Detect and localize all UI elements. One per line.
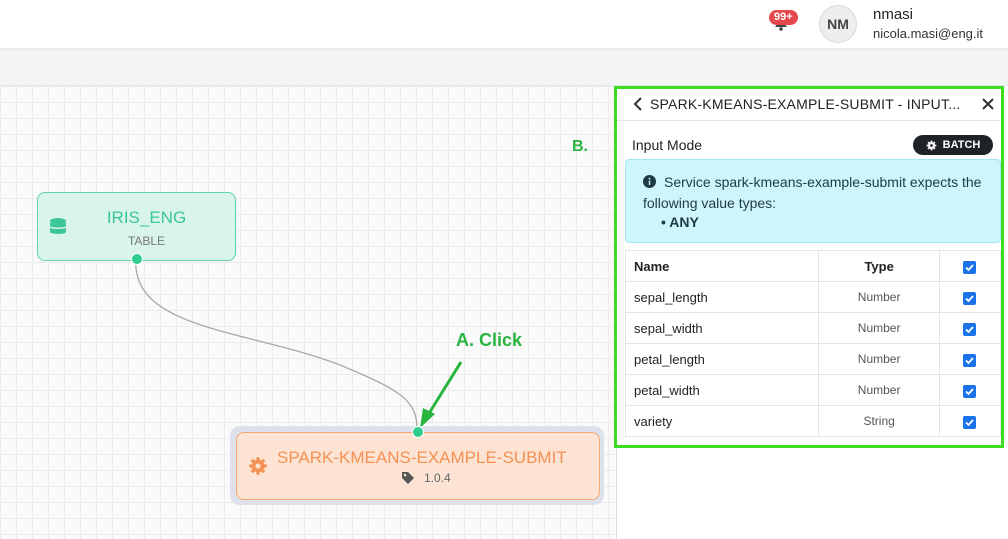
field-name: sepal_length xyxy=(624,281,820,313)
output-port[interactable] xyxy=(131,253,143,265)
field-checkbox[interactable] xyxy=(963,322,977,336)
field-type: String xyxy=(818,405,940,437)
info-list-item: • ANY xyxy=(661,214,699,230)
input-side-panel: SPARK-KMEANS-EXAMPLE-SUBMIT - INPUT... I… xyxy=(614,86,1004,448)
gear-icon xyxy=(249,457,267,475)
annotation-b: B. xyxy=(572,138,588,155)
input-mode-label: Input Mode xyxy=(632,137,703,153)
select-all-checkbox[interactable] xyxy=(963,260,977,274)
close-icon[interactable] xyxy=(981,97,995,111)
table-row: petal_width Number xyxy=(624,374,1002,406)
service-node-spark-kmeans[interactable]: SPARK-KMEANS-EXAMPLE-SUBMIT 1.0.4 xyxy=(236,432,600,500)
info-text: Service spark-kmeans-example-submit expe… xyxy=(643,174,982,211)
toolbar-band xyxy=(0,49,1008,86)
column-header-type: Type xyxy=(818,250,940,282)
avatar[interactable]: NM xyxy=(819,5,857,43)
table-header-row: Name Type xyxy=(624,250,1002,282)
field-type: Number xyxy=(818,343,940,375)
field-name: petal_length xyxy=(624,343,820,375)
select-all-cell xyxy=(938,250,1002,282)
table-row: sepal_width Number xyxy=(624,312,1002,344)
field-checkbox[interactable] xyxy=(963,291,977,305)
field-name: variety xyxy=(624,405,820,437)
column-header-name: Name xyxy=(624,250,820,282)
tag-icon xyxy=(402,472,414,484)
input-port[interactable] xyxy=(412,426,424,438)
panel-title: SPARK-KMEANS-EXAMPLE-SUBMIT - INPUT... xyxy=(650,96,961,112)
user-email: nicola.masi@eng.it xyxy=(873,26,984,41)
top-bar: 99+ NM nmasi nicola.masi@eng.it xyxy=(0,0,1008,49)
username: nmasi xyxy=(873,6,914,23)
field-select-cell xyxy=(938,405,1002,437)
table-row: petal_length Number xyxy=(624,343,1002,375)
service-node-version: 1.0.4 xyxy=(424,471,451,485)
info-alert: Service spark-kmeans-example-submit expe… xyxy=(625,159,1001,243)
field-select-cell xyxy=(938,312,1002,344)
field-type: Number xyxy=(818,312,940,344)
field-name: petal_width xyxy=(624,374,820,406)
table-node-subtitle: TABLE xyxy=(127,234,166,248)
input-mode-batch-button[interactable]: BATCH xyxy=(913,135,993,155)
input-fields-table: Name Type sepal_length Number sepal_width N… xyxy=(624,250,1002,437)
table-node-iris-eng[interactable]: IRIS_ENG TABLE xyxy=(37,192,236,261)
field-select-cell xyxy=(938,374,1002,406)
field-select-cell xyxy=(938,343,1002,375)
info-list-value: ANY xyxy=(669,214,699,230)
annotation-a: A. Click xyxy=(456,330,523,350)
gear-icon xyxy=(926,140,936,150)
panel-header: SPARK-KMEANS-EXAMPLE-SUBMIT - INPUT... xyxy=(617,89,1001,121)
table-node-title: IRIS_ENG xyxy=(106,208,187,227)
field-type: Number xyxy=(818,374,940,406)
table-row: variety String xyxy=(624,405,1002,437)
field-checkbox[interactable] xyxy=(963,415,977,429)
field-checkbox[interactable] xyxy=(963,353,977,367)
notification-badge: 99+ xyxy=(769,10,798,25)
chevron-left-icon[interactable] xyxy=(631,96,645,112)
batch-label: BATCH xyxy=(942,139,981,151)
table-row: sepal_length Number xyxy=(624,281,1002,313)
field-checkbox[interactable] xyxy=(963,384,977,398)
field-select-cell xyxy=(938,281,1002,313)
field-name: sepal_width xyxy=(624,312,820,344)
service-node-title: SPARK-KMEANS-EXAMPLE-SUBMIT xyxy=(277,448,567,467)
field-type: Number xyxy=(818,281,940,313)
